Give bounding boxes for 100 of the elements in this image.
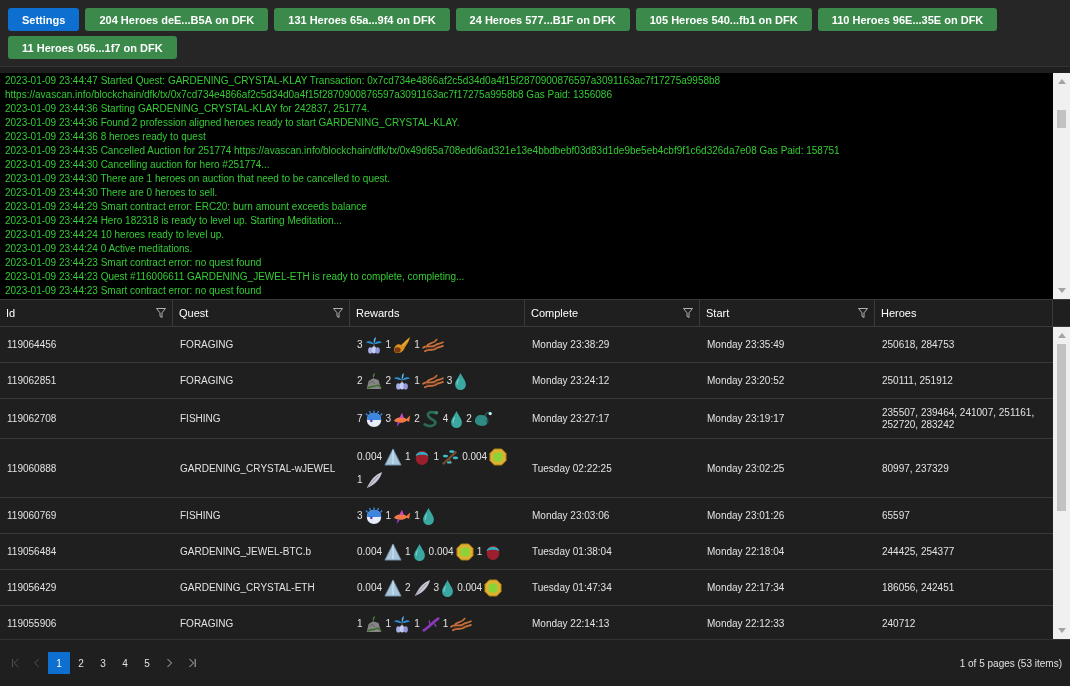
- log-line: https://avascan.info/blockchain/dfk/tx/0x7cd734e4866af2c5d34d0a4f15f2870900876597a3091163ac7f17275a9958b8 Gas Paid: 1356086: [5, 88, 613, 102]
- filter-icon[interactable]: [858, 308, 868, 318]
- scrollbar[interactable]: [1053, 327, 1070, 639]
- scroll-down-icon[interactable]: [1057, 288, 1066, 293]
- feather-icon: [364, 471, 383, 489]
- complete-time: Monday 23:24:12: [532, 375, 610, 387]
- complete-time: Monday 23:27:17: [532, 413, 610, 425]
- pyramid-icon: [384, 579, 403, 597]
- pyramid-icon: [384, 448, 403, 466]
- chevron-right-icon[interactable]: [164, 658, 174, 668]
- rock-icon: [364, 372, 383, 390]
- drop-icon: [450, 410, 464, 428]
- complete-time: Monday 22:14:13: [532, 618, 610, 630]
- wallet-button[interactable]: 131 Heroes 65a...9f4 on DFK: [274, 8, 450, 31]
- gem-icon: [455, 543, 474, 561]
- reward-amount: 0.004: [428, 546, 454, 558]
- quest-id: 119056484: [7, 546, 57, 558]
- quest-name: FORAGING: [180, 375, 234, 387]
- complete-time: Tuesday 01:47:34: [532, 582, 612, 594]
- log-line: 2023-01-09 23:44:24 Hero 182318 is ready to level up. Starting Meditation...: [5, 214, 343, 228]
- complete-time: Monday 23:03:06: [532, 510, 610, 522]
- scrollbar-thumb[interactable]: [1057, 110, 1066, 128]
- complete-time: Monday 23:38:29: [532, 339, 610, 351]
- quest-id: 119055906: [7, 618, 57, 630]
- feather-icon: [412, 579, 431, 597]
- reward-amount: 0.004: [357, 546, 383, 558]
- start-time: Monday 22:17:34: [707, 582, 785, 594]
- filter-icon[interactable]: [156, 308, 166, 318]
- plant-icon: [393, 372, 412, 390]
- quest-id: 119064456: [7, 339, 57, 351]
- eel-icon: [421, 410, 440, 428]
- pufferfish-icon: [364, 507, 383, 525]
- log-line: 2023-01-09 23:44:23 Quest #116006611 GARDENING_JEWEL-ETH is ready to complete, completing...: [5, 270, 466, 284]
- quest-id: 119060769: [7, 510, 57, 522]
- quest-name: GARDENING_CRYSTAL-wJEWEL: [180, 462, 336, 475]
- start-time: Monday 22:12:33: [707, 618, 785, 630]
- rock-icon: [364, 615, 383, 633]
- filter-icon[interactable]: [333, 308, 343, 318]
- quest-id: 119062708: [7, 413, 57, 425]
- wallet-button[interactable]: 110 Heroes 96E...35E on DFK: [817, 8, 998, 31]
- pufferfish-icon: [364, 410, 383, 428]
- start-time: Monday 23:01:26: [707, 510, 785, 522]
- reward-amount: 1: [414, 375, 420, 387]
- reward-amount: 1: [405, 451, 411, 463]
- gem-icon: [489, 448, 508, 466]
- quest-name: FISHING: [180, 413, 221, 425]
- plant-icon: [364, 336, 383, 354]
- reward-amount: 1: [357, 474, 363, 486]
- hero-ids: 250618, 284753: [882, 339, 955, 351]
- start-time: Monday 23:19:17: [707, 413, 785, 425]
- last-page-icon[interactable]: [186, 658, 196, 668]
- reward-amount: 0.004: [357, 451, 383, 463]
- reward-amount: 3: [357, 339, 363, 351]
- reward-amount: 2: [405, 582, 411, 594]
- complete-time: Tuesday 02:22:25: [532, 462, 612, 475]
- log-line: 2023-01-09 23:44:47 Started Quest: GARDENING_CRYSTAL-KLAY Transaction: 0x7cd734e4866af2c5d34d0a4f15f2870900876597a3091163ac7f17275a9958b8: [5, 74, 722, 88]
- start-time: Monday 22:18:04: [707, 546, 785, 558]
- scroll-down-icon[interactable]: [1057, 628, 1066, 633]
- horn-icon: [393, 336, 412, 354]
- quest-id: 119060888: [7, 462, 57, 475]
- reward-amount: 1: [414, 339, 420, 351]
- gem-icon: [484, 579, 503, 597]
- reward-amount: 0.004: [357, 582, 383, 594]
- scrollbar[interactable]: [1053, 73, 1070, 299]
- twig-icon: [421, 615, 440, 633]
- reward-amount: 3: [446, 375, 453, 387]
- page-button[interactable]: 2: [70, 652, 92, 674]
- reward-amount: 1: [476, 546, 483, 558]
- quest-id: 119062851: [7, 375, 57, 387]
- page-button[interactable]: 4: [114, 652, 136, 674]
- reward-amount: 2: [357, 375, 363, 387]
- settings-button[interactable]: Settings: [8, 8, 80, 31]
- scroll-up-icon[interactable]: [1057, 333, 1066, 338]
- quest-name: FORAGING: [180, 339, 234, 351]
- filter-icon[interactable]: [683, 308, 693, 318]
- wallet-button[interactable]: 204 Heroes deE...B5A on DFK: [85, 8, 269, 31]
- wallet-button[interactable]: 24 Heroes 577...B1F on DFK: [455, 8, 630, 31]
- reward-amount: 3: [385, 413, 392, 425]
- reward-amount: 1: [357, 618, 363, 630]
- reward-amount: 1: [442, 618, 449, 630]
- hero-ids: 65597: [882, 510, 910, 522]
- log-line: 2023-01-09 23:44:30 Cancelling auction for hero #251774...: [5, 158, 271, 172]
- page-button[interactable]: 5: [136, 652, 158, 674]
- scrollbar-thumb[interactable]: [1057, 344, 1066, 511]
- drop-icon: [412, 543, 426, 561]
- start-time: Monday 23:35:49: [707, 339, 785, 351]
- scroll-up-icon[interactable]: [1057, 79, 1066, 84]
- page-button[interactable]: 3: [92, 652, 114, 674]
- log-line: 2023-01-09 23:44:36 Found 2 profession aligned heroes ready to start GARDENING_CRYSTAL-KLAY.: [5, 116, 461, 130]
- start-time: Monday 23:02:25: [707, 462, 785, 475]
- quest-id: 119056429: [7, 582, 57, 594]
- log-line: 2023-01-09 23:44:24 10 heroes ready to level up.: [5, 228, 226, 242]
- wallet-button[interactable]: 11 Heroes 056...1f7 on DFK: [8, 36, 177, 59]
- root-icon: [421, 372, 444, 390]
- log-line: 2023-01-09 23:44:35 Cancelled Auction for 251774 https://avascan.info/blockchain/dfk/tx/0x49d65a708edd6ad321e13e4bbdbebf03d83d1de9be5eb4cbf9f1c6d326da7e08 Gas Paid: 158751: [5, 144, 841, 158]
- hero-ids: 186056, 242451: [882, 582, 955, 594]
- wallet-button[interactable]: 105 Heroes 540...fb1 on DFK: [635, 8, 812, 31]
- log-line: 2023-01-09 23:44:29 Smart contract error: ERC20: burn amount exceeds balance: [5, 200, 368, 214]
- start-time: Monday 23:20:52: [707, 375, 785, 387]
- page-button[interactable]: 1: [48, 652, 70, 674]
